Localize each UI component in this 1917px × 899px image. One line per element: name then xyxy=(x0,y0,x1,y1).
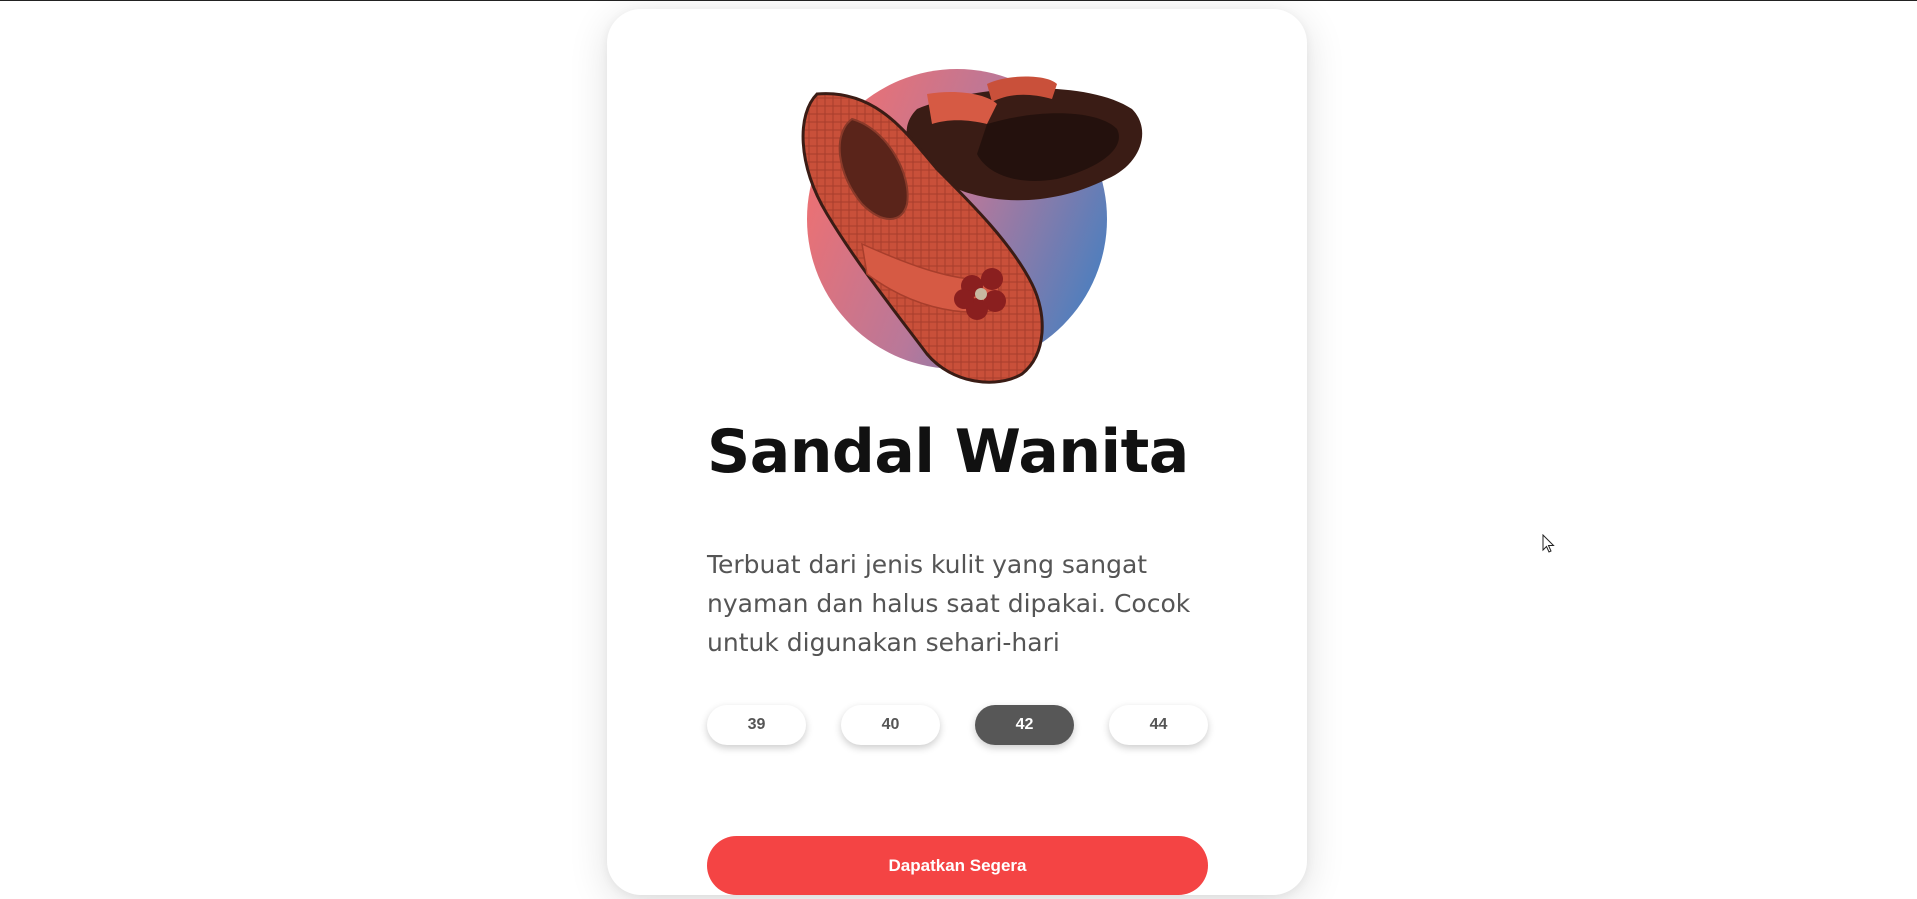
product-card: Sandal Wanita Terbuat dari jenis kulit y… xyxy=(607,9,1307,895)
size-option-42[interactable]: 42 xyxy=(975,705,1074,745)
size-selector: 39 40 42 44 xyxy=(707,705,1208,745)
buy-now-button[interactable]: Dapatkan Segera xyxy=(707,836,1208,895)
window-top-border xyxy=(0,0,1917,1)
product-title: Sandal Wanita xyxy=(707,417,1189,487)
product-description: Terbuat dari jenis kulit yang sangat nya… xyxy=(707,550,1191,657)
size-option-40[interactable]: 40 xyxy=(841,705,940,745)
product-image xyxy=(801,69,1143,384)
mouse-pointer-icon xyxy=(1542,534,1555,553)
size-option-39[interactable]: 39 xyxy=(707,705,806,745)
size-option-44[interactable]: 44 xyxy=(1109,705,1208,745)
